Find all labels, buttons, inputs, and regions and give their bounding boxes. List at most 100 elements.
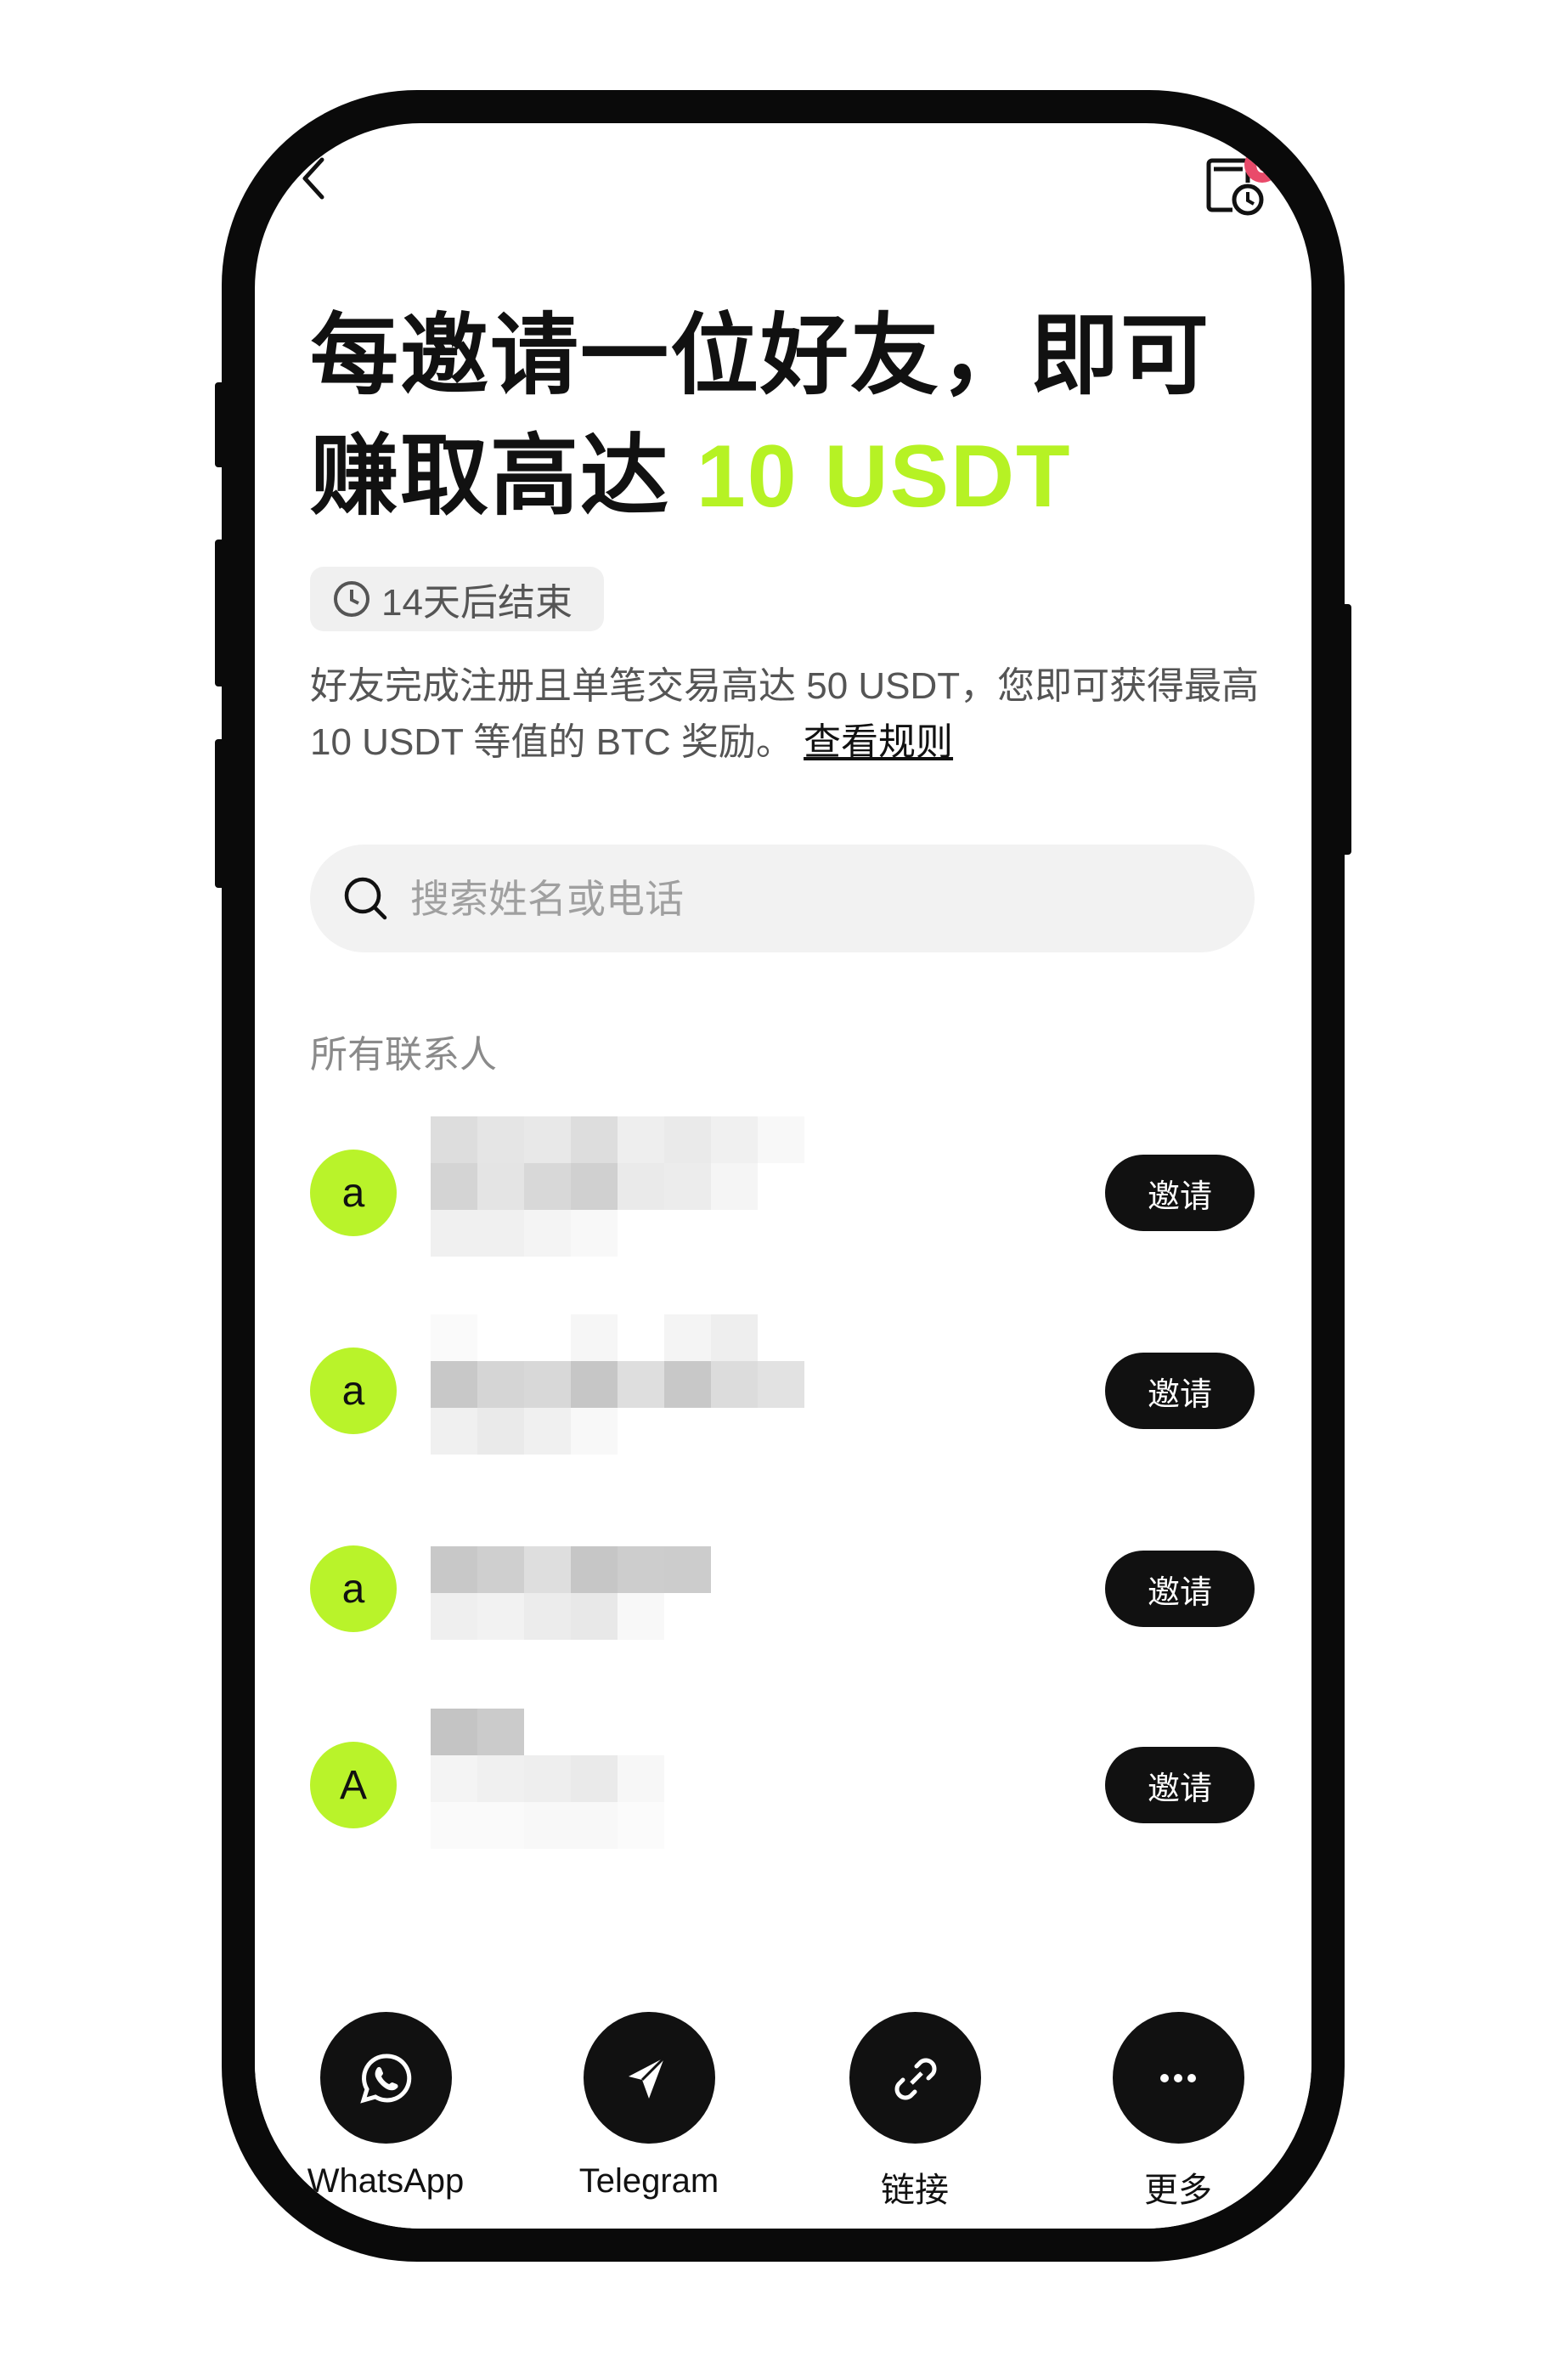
blur-cell [711, 1709, 758, 1755]
blur-cell [524, 1802, 571, 1849]
share-icon-circle[interactable] [319, 2012, 452, 2144]
hero-title-prefix: 赚取高达 [310, 427, 697, 526]
blur-cell [431, 1116, 477, 1163]
more-icon [1160, 2073, 1196, 2082]
blur-cell [758, 1361, 804, 1408]
blur-cell [664, 1755, 711, 1802]
blur-cell [758, 1709, 804, 1755]
contact-avatar: A [310, 1742, 397, 1828]
chevron-left-icon [302, 157, 324, 200]
countdown-chip: 14天后结束 [310, 567, 604, 631]
hero-title-line2: 赚取高达 10 USDT [310, 432, 1072, 521]
share-label: 链接 [881, 2172, 949, 2209]
blur-cell [711, 1163, 758, 1210]
contact-row: a 邀请 [255, 1314, 1311, 1467]
blur-cell [571, 1314, 618, 1361]
blur-cell [524, 1314, 571, 1361]
blur-cell [524, 1361, 571, 1408]
search-icon [344, 877, 387, 919]
blur-cell [524, 1408, 571, 1455]
search-bar[interactable] [310, 845, 1255, 952]
blur-cell [477, 1408, 524, 1455]
blur-cell [711, 1314, 758, 1361]
share-whatsapp-button[interactable]: WhatsApp [301, 2012, 471, 2201]
share-label: Telegram [578, 2162, 719, 2200]
blur-cell [571, 1802, 618, 1849]
contact-row: a 邀请 [255, 1116, 1311, 1269]
blur-cell [758, 1546, 804, 1593]
blur-cell [618, 1546, 664, 1593]
blur-cell [477, 1361, 524, 1408]
blur-cell [618, 1210, 664, 1257]
view-rules-link[interactable]: 查看规则 [804, 721, 953, 763]
contact-row: A 邀请 [255, 1709, 1311, 1862]
contact-row: a 邀请 [255, 1512, 1311, 1665]
contact-name-blurred [431, 1116, 804, 1257]
back-button[interactable] [293, 153, 336, 204]
blur-cell [664, 1709, 711, 1755]
link-icon [894, 2058, 937, 2099]
blur-cell [664, 1210, 711, 1257]
hero-title-line1: 每邀请一位好友，即可 [310, 307, 1211, 405]
blur-cell [758, 1802, 804, 1849]
blur-cell [431, 1210, 477, 1257]
clock-icon [334, 581, 369, 617]
blur-cell [524, 1163, 571, 1210]
invite-button[interactable]: 邀请 [1105, 1551, 1255, 1627]
blur-cell [431, 1802, 477, 1849]
blur-cell [477, 1593, 524, 1640]
blur-cell [571, 1546, 618, 1593]
blur-cell [524, 1210, 571, 1257]
phone-side-button [1340, 604, 1351, 855]
share-link-button[interactable]: 链接 [830, 2012, 1000, 2212]
blur-cell [664, 1163, 711, 1210]
phone-side-button [215, 382, 227, 467]
invite-button[interactable]: 邀请 [1105, 1747, 1255, 1823]
blur-cell [477, 1546, 524, 1593]
search-input[interactable] [409, 874, 1091, 923]
invite-button[interactable]: 邀请 [1105, 1155, 1255, 1231]
blur-cell [758, 1593, 804, 1640]
blur-cell [618, 1593, 664, 1640]
blur-cell [618, 1163, 664, 1210]
blur-cell [664, 1314, 711, 1361]
share-icon-circle[interactable] [849, 2012, 981, 2144]
blur-cell [477, 1210, 524, 1257]
invite-button[interactable]: 邀请 [1105, 1353, 1255, 1429]
blur-cell [571, 1163, 618, 1210]
blur-cell [524, 1116, 571, 1163]
section-title-all-contacts: 所有联系人 [310, 1034, 497, 1076]
blur-cell [618, 1709, 664, 1755]
notification-badge: 6 [1244, 147, 1280, 183]
share-icon-circle[interactable] [1112, 2012, 1244, 2144]
blur-cell [711, 1802, 758, 1849]
share-label: WhatsApp [307, 2162, 465, 2200]
blur-cell [711, 1546, 758, 1593]
history-button[interactable]: 6 [1202, 147, 1280, 225]
blur-cell [758, 1163, 804, 1210]
phone-side-button [215, 540, 227, 686]
share-more-button[interactable]: 更多 [1093, 2012, 1263, 2212]
blur-cell [664, 1116, 711, 1163]
blur-cell [431, 1709, 477, 1755]
blur-cell [664, 1361, 711, 1408]
blur-cell [477, 1314, 524, 1361]
blur-cell [664, 1802, 711, 1849]
blur-cell [477, 1802, 524, 1849]
blur-cell [477, 1163, 524, 1210]
blur-cell [758, 1408, 804, 1455]
share-telegram-button[interactable]: Telegram [564, 2012, 734, 2201]
blur-cell [524, 1709, 571, 1755]
blur-cell [431, 1314, 477, 1361]
blur-cell [571, 1116, 618, 1163]
blur-cell [431, 1361, 477, 1408]
blur-cell [711, 1755, 758, 1802]
blur-cell [711, 1593, 758, 1640]
share-icon-circle[interactable] [583, 2012, 715, 2144]
blur-cell [758, 1210, 804, 1257]
blur-cell [571, 1361, 618, 1408]
blur-cell [431, 1755, 477, 1802]
blur-cell [618, 1802, 664, 1849]
blur-cell [758, 1755, 804, 1802]
description-text: 好友完成注册且单笔交易高达 50 USDT，您即可获得最高 10 USDT 等值… [310, 665, 1260, 763]
